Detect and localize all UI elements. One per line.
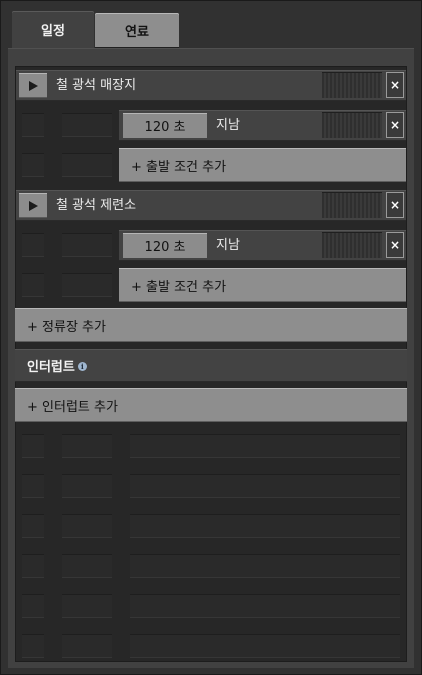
tab-fuel[interactable]: 연료	[95, 13, 179, 47]
tab-schedule-label: 일정	[41, 24, 65, 39]
empty-row-cell	[130, 594, 400, 618]
empty-row-cell	[130, 474, 400, 498]
drag-handle[interactable]	[322, 112, 382, 138]
add-station-label: + 정류장 추가	[27, 319, 106, 335]
empty-row-cell	[22, 514, 44, 538]
add-condition-label: + 출발 조건 추가	[131, 279, 227, 295]
condition-time-button[interactable]: 120 초	[123, 233, 207, 258]
close-icon: ×	[389, 198, 401, 212]
add-interrupt-label: + 인터럽트 추가	[27, 399, 118, 415]
empty-row-cell	[130, 434, 400, 458]
empty-cell	[22, 273, 44, 297]
condition-label: 지남	[216, 118, 240, 133]
close-icon: ×	[389, 78, 401, 92]
close-icon: ×	[389, 238, 401, 252]
empty-cell	[62, 233, 112, 257]
tab-schedule[interactable]: 일정	[12, 11, 94, 48]
empty-row-cell	[62, 474, 112, 498]
empty-row-cell	[62, 434, 112, 458]
add-condition-button[interactable]: + 출발 조건 추가	[119, 268, 406, 302]
condition-time-value: 120 초	[144, 120, 186, 135]
empty-row-cell	[62, 554, 112, 578]
station-name: 철 광석 제련소	[56, 198, 137, 213]
tab-fuel-label: 연료	[125, 24, 149, 40]
remove-condition-button[interactable]: ×	[386, 232, 404, 258]
condition-label: 지남	[216, 238, 240, 253]
play-button[interactable]	[19, 73, 47, 98]
empty-cell	[22, 233, 44, 257]
empty-row-cell	[22, 594, 44, 618]
drag-handle[interactable]	[322, 192, 382, 218]
play-icon	[29, 200, 38, 211]
empty-row-cell	[62, 594, 112, 618]
empty-row-cell	[22, 554, 44, 578]
empty-cell	[62, 113, 112, 137]
empty-cell	[22, 113, 44, 137]
empty-row-cell	[62, 514, 112, 538]
add-condition-button[interactable]: + 출발 조건 추가	[119, 148, 406, 182]
condition-time-button[interactable]: 120 초	[123, 113, 207, 138]
empty-row-cell	[130, 514, 400, 538]
close-icon: ×	[389, 118, 401, 132]
add-interrupt-button[interactable]: + 인터럽트 추가	[15, 388, 407, 422]
remove-condition-button[interactable]: ×	[386, 112, 404, 138]
empty-row-cell	[22, 474, 44, 498]
empty-cell	[62, 273, 112, 297]
drag-handle[interactable]	[322, 232, 382, 258]
info-icon[interactable]: i	[77, 362, 87, 371]
empty-cell	[22, 153, 44, 177]
station-name: 철 광석 매장지	[56, 78, 137, 93]
condition-time-value: 120 초	[144, 240, 186, 255]
empty-row-cell	[22, 434, 44, 458]
empty-row-cell	[130, 554, 400, 578]
remove-station-button[interactable]: ×	[386, 192, 404, 218]
play-button[interactable]	[19, 193, 47, 218]
add-condition-label: + 출발 조건 추가	[131, 159, 227, 175]
drag-handle[interactable]	[322, 72, 382, 98]
interrupts-header: 인터럽트 i	[15, 349, 407, 382]
remove-station-button[interactable]: ×	[386, 72, 404, 98]
empty-row-cell	[62, 634, 112, 658]
add-station-button[interactable]: + 정류장 추가	[15, 308, 407, 342]
play-icon	[29, 80, 38, 91]
empty-cell	[62, 153, 112, 177]
empty-row-cell	[130, 634, 400, 658]
interrupts-title: 인터럽트	[27, 360, 75, 375]
empty-row-cell	[22, 634, 44, 658]
info-glyph: i	[81, 362, 84, 371]
